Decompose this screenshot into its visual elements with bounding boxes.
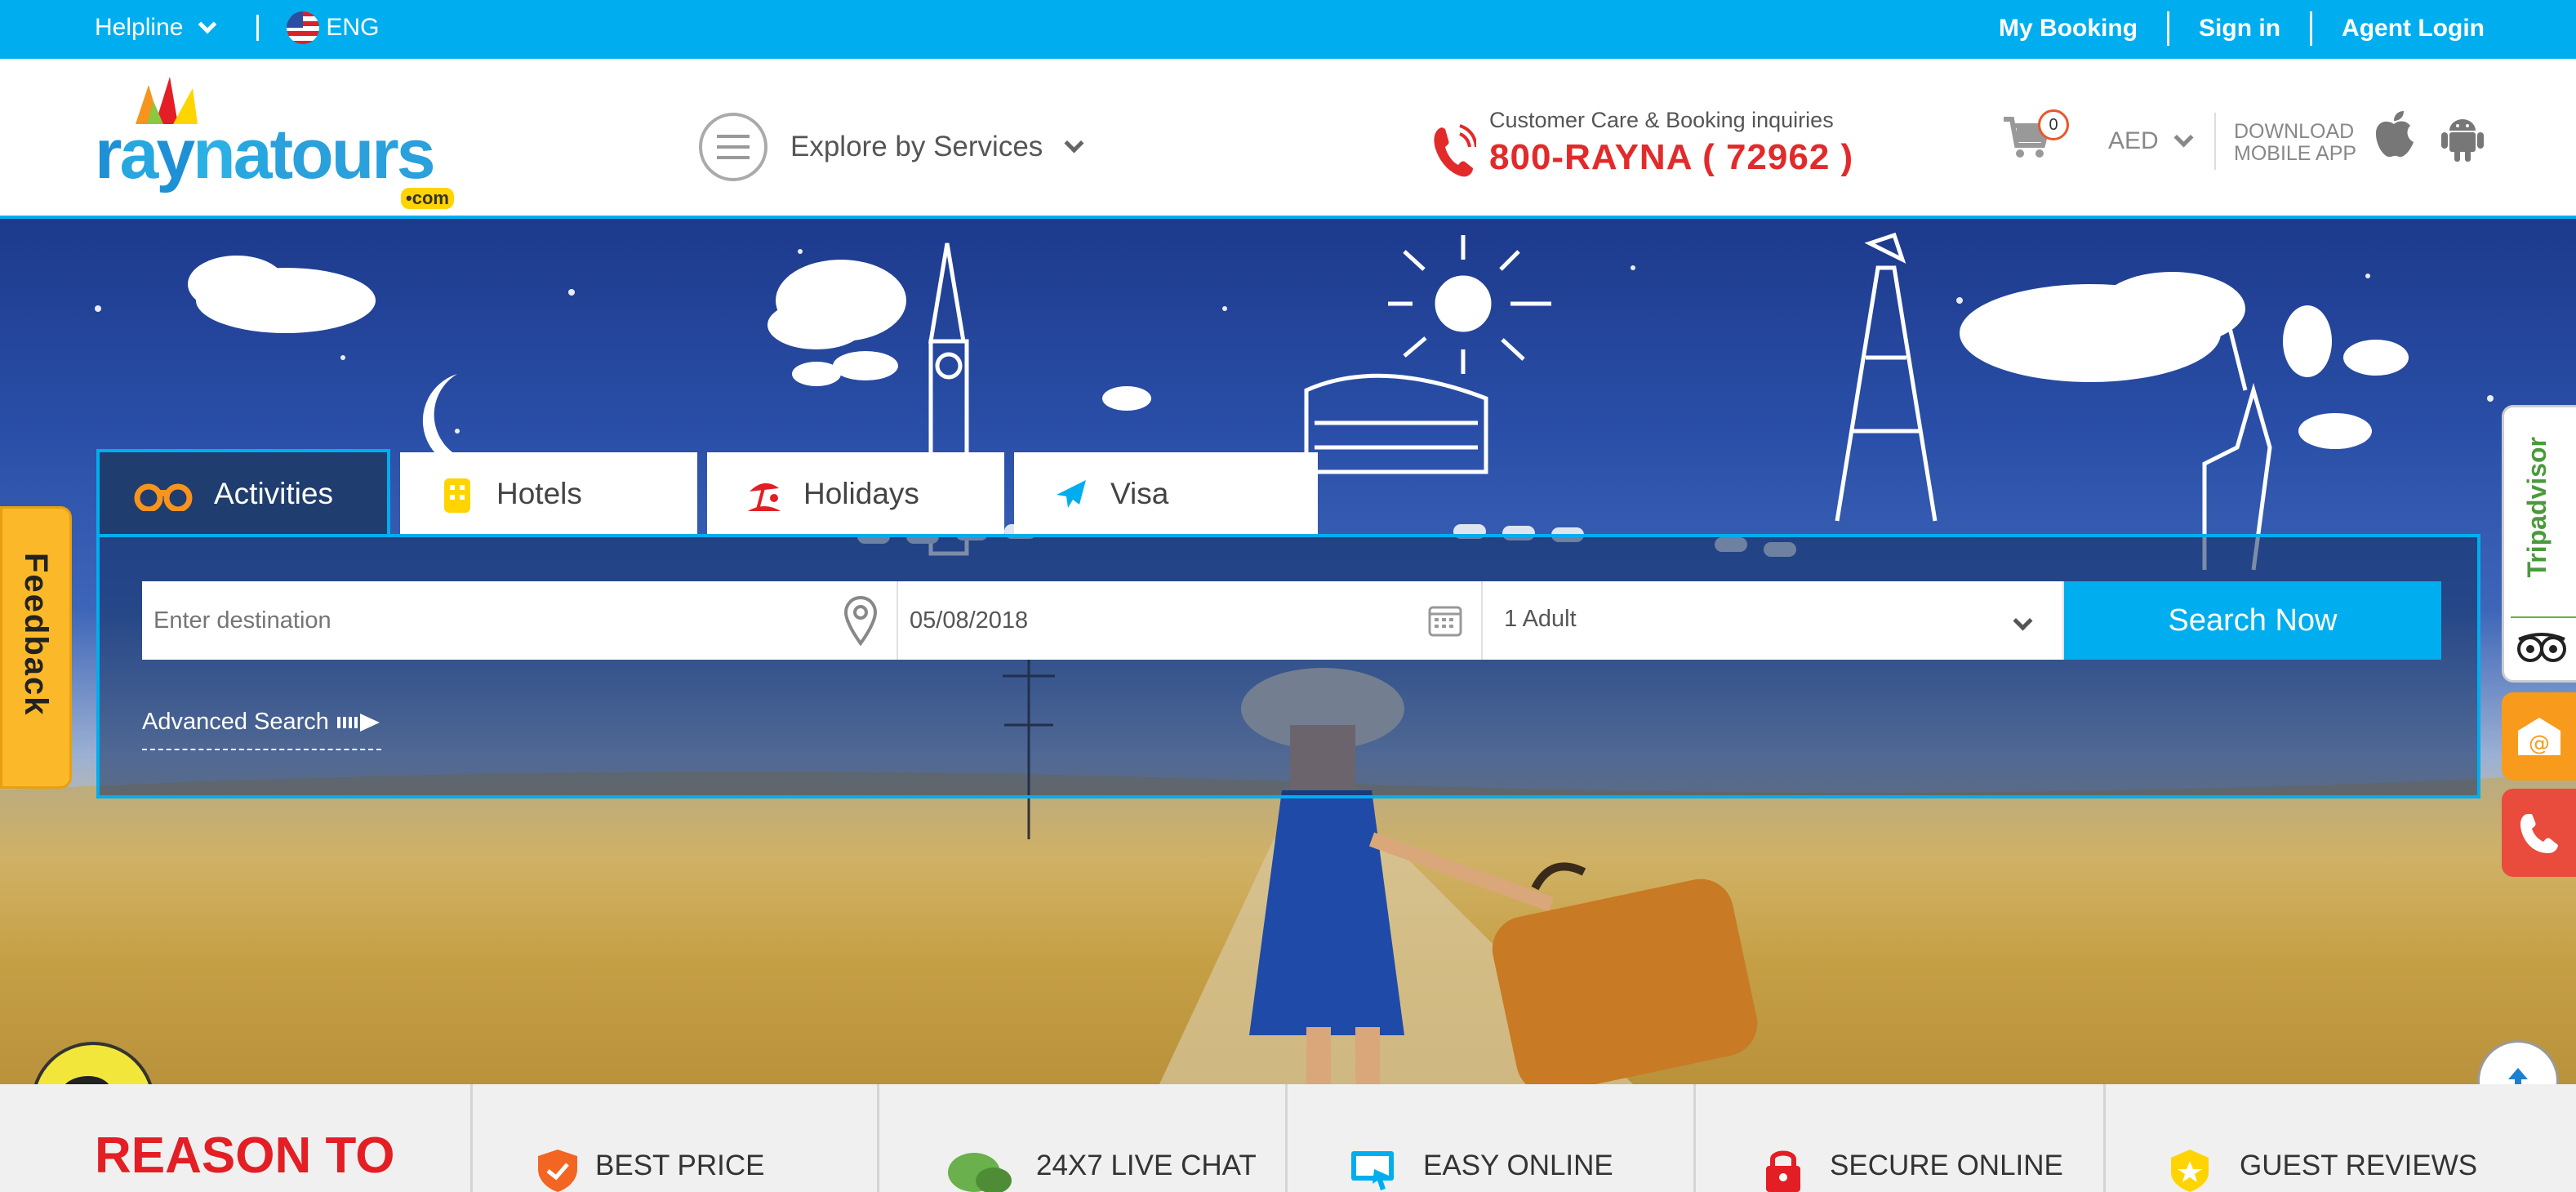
agent-login-link[interactable]: Agent Login [2342,15,2485,42]
tab-activities-label[interactable]: Activities [214,477,333,511]
download-line1: DOWNLOAD [2234,120,2355,143]
monitor-icon [1351,1151,1394,1190]
customer-care-label: Customer Care & Booking inquiries [1489,108,1834,132]
phone-handset-icon [1434,124,1476,177]
tab-visa-label[interactable]: Visa [1110,477,1168,511]
travellers-value[interactable]: 1 Adult [1504,606,1577,633]
tab-holidays-label[interactable]: Holidays [803,477,919,511]
tab-hotels-label[interactable]: Hotels [496,477,582,511]
chevron-down-icon[interactable] [1064,132,1084,153]
phone-icon[interactable] [2517,811,2561,855]
tripadvisor-widget[interactable]: Tripadvisor [2502,405,2576,683]
raynatours-logo[interactable]: raynatours •com [95,77,462,209]
calendar-icon[interactable] [1427,603,1463,638]
reason-label: SECURE ONLINE [1830,1150,2063,1181]
reason-item: BEST PRICE [470,1084,877,1192]
tripadvisor-divider [2511,616,2576,618]
hamburger-menu-icon[interactable] [699,113,767,181]
hero-banner: Feedback Tripadvisor @ Activities Hotels… [0,219,2576,1084]
search-now-button[interactable]: Search Now [2064,581,2441,660]
reasons-strip: REASON TO BEST PRICE 24X7 LIVE CHAT EASY… [0,1084,2576,1192]
topbar-divider [2167,11,2170,46]
reason-label: 24X7 LIVE CHAT [1036,1150,1257,1181]
email-icon[interactable]: @ [2515,716,2564,757]
customer-care-phone[interactable]: 800-RAYNA ( 72962 ) [1489,137,1853,178]
tab-visa[interactable]: Visa [1014,452,1318,536]
travellers-chevron-down-icon[interactable] [2013,611,2033,631]
search-panel: 1 Adult Search Now Advanced Search [96,534,2480,798]
chat-bubbles-icon [948,1153,1012,1192]
date-field[interactable] [898,581,1483,660]
email-widget[interactable]: @ [2502,692,2576,781]
tripadvisor-owl-icon[interactable] [2516,631,2568,664]
svg-text:@: @ [2529,732,2550,756]
android-icon[interactable] [2441,113,2484,162]
building-icon [444,478,470,513]
helpline-link[interactable]: Helpline [95,14,183,42]
binoculars-icon [134,483,193,511]
lock-icon [1766,1150,1800,1192]
reasons-title: REASON TO [95,1128,395,1184]
reason-item: EASY ONLINE [1285,1084,1693,1192]
explore-services-menu[interactable]: Explore by Services [699,113,1084,181]
arrow-right-icon [336,713,380,732]
airplane-icon [1057,480,1086,508]
beach-umbrella-icon [748,483,781,511]
download-app-label: DOWNLOAD MOBILE APP [2234,121,2356,165]
reason-label: EASY ONLINE [1423,1150,1613,1181]
currency-label[interactable]: AED [2108,127,2159,155]
advanced-search-label[interactable]: Advanced Search [142,709,329,736]
apple-icon[interactable] [2371,109,2417,160]
destination-input[interactable] [142,581,896,660]
date-input[interactable] [898,581,1481,660]
tab-activities[interactable]: Activities [96,449,390,536]
call-widget[interactable] [2502,789,2576,877]
tab-hotels[interactable]: Hotels [400,452,697,536]
topbar-divider [256,15,260,41]
top-bar: Helpline ENG My Booking Sign in Agent Lo… [0,0,2576,59]
download-line2: MOBILE APP [2234,142,2357,165]
side-widgets: Tripadvisor @ [2502,405,2576,877]
search-tabs: Activities Hotels Holidays Visa [96,449,1328,536]
shield-check-icon [538,1150,577,1192]
logo-wordmark: raynatours [95,115,436,193]
explore-services-label[interactable]: Explore by Services [790,131,1043,163]
topbar-divider [2310,11,2313,46]
reason-label: GUEST REVIEWS [2240,1150,2478,1181]
sign-in-link[interactable]: Sign in [2199,15,2280,42]
my-booking-link[interactable]: My Booking [1999,15,2138,42]
destination-field[interactable] [142,581,898,660]
helpline-chevron-down-icon[interactable] [198,15,217,34]
site-header: raynatours •com Explore by Services Cust… [0,59,2576,219]
advanced-search-link[interactable]: Advanced Search [142,709,381,750]
header-divider [2214,113,2216,170]
tripadvisor-label[interactable]: Tripadvisor [2522,437,2552,578]
feedback-tab[interactable]: Feedback [0,506,72,789]
map-pin-icon [843,595,878,647]
reason-item: SECURE ONLINE [1693,1084,2103,1192]
search-fields: 1 Adult Search Now [142,581,2441,660]
tab-holidays[interactable]: Holidays [707,452,1004,536]
reason-label: BEST PRICE [595,1150,765,1181]
reason-item: 24X7 LIVE CHAT [877,1084,1285,1192]
language-selector[interactable]: ENG [326,14,379,42]
reason-item: GUEST REVIEWS [2103,1084,2576,1192]
currency-chevron-down-icon[interactable] [2173,127,2194,148]
star-badge-icon [2171,1150,2209,1192]
logo-dotcom: •com [401,188,454,209]
currency-selector[interactable]: AED [2108,127,2194,155]
us-flag-icon[interactable] [287,11,320,44]
cart-count-badge: 0 [2038,109,2069,140]
travellers-select[interactable]: 1 Adult [1483,581,2064,660]
feedback-label[interactable]: Feedback [17,553,54,717]
